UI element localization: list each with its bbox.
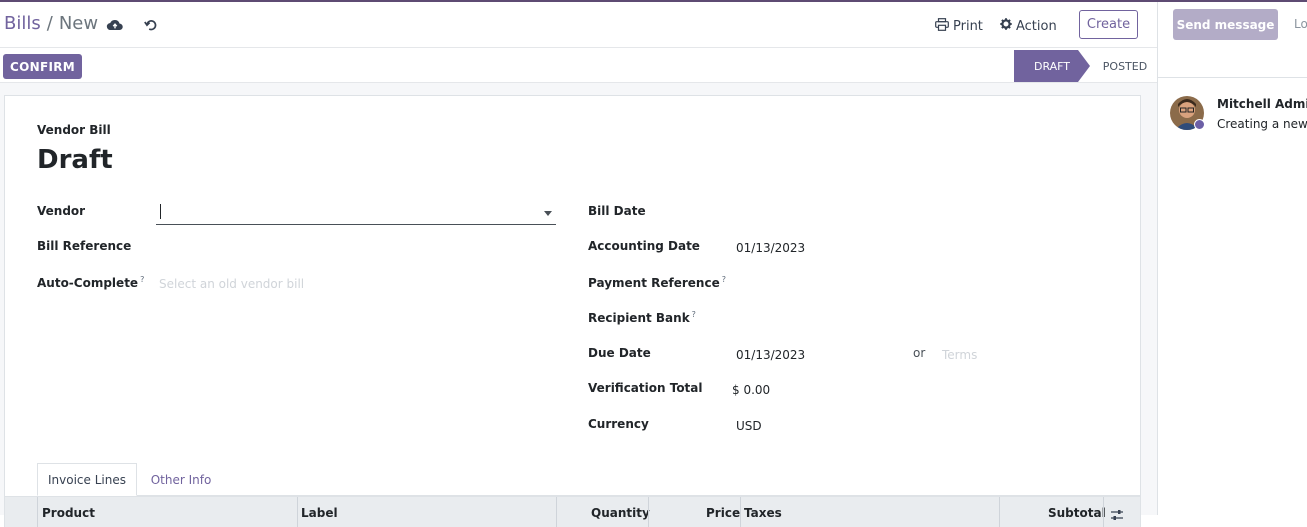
message-body: Creating a new — [1217, 117, 1307, 131]
breadcrumb-current: New — [58, 13, 99, 34]
column-separator — [999, 497, 1000, 527]
due-date-label: Due Date — [588, 346, 651, 360]
or-text: or — [913, 346, 926, 360]
vendor-label: Vendor — [37, 204, 86, 218]
tab-other-info[interactable]: Other Info — [137, 463, 225, 496]
form-sheet: Vendor Bill Draft Vendor Bill Reference … — [4, 95, 1141, 527]
print-button[interactable]: Print — [935, 18, 983, 35]
dropdown-caret-icon[interactable] — [544, 211, 552, 216]
breadcrumb: Bills / New — [4, 13, 98, 34]
bill-type-label: Vendor Bill — [37, 123, 111, 137]
auto-complete-label: Auto-Complete? — [37, 275, 145, 290]
column-quantity[interactable]: Quantity — [591, 506, 650, 520]
auto-complete-input[interactable]: Select an old vendor bill — [159, 277, 304, 291]
help-icon[interactable]: ? — [722, 275, 726, 284]
payment-terms-input[interactable]: Terms — [942, 348, 977, 362]
currency-label: Currency — [588, 417, 649, 431]
stage-posted[interactable]: POSTED — [1094, 50, 1156, 82]
text-cursor — [160, 204, 161, 219]
currency-field[interactable]: USD — [736, 419, 762, 433]
message-author: Mitchell Admin — [1217, 97, 1307, 111]
invoice-lines-header: Product Label Quantity Price Taxes Subto… — [5, 496, 1140, 527]
column-separator — [1103, 497, 1104, 527]
print-label: Print — [953, 19, 983, 34]
accounting-date-label: Accounting Date — [588, 239, 700, 253]
discard-icon[interactable] — [142, 16, 160, 34]
column-label[interactable]: Label — [301, 506, 338, 520]
column-separator — [740, 497, 741, 527]
chatter-panel: Send message Lo Mitchell Admin Creating … — [1158, 2, 1307, 515]
column-settings-icon[interactable] — [1110, 506, 1124, 525]
control-panel-top: Bills / New Print Action Create — [0, 2, 1157, 48]
chatter-divider — [1158, 77, 1307, 78]
stage-draft[interactable]: DRAFT — [1014, 50, 1090, 82]
bill-name: Draft — [37, 145, 113, 175]
column-price[interactable]: Price — [706, 506, 740, 520]
action-label: Action — [1016, 18, 1057, 34]
print-icon — [935, 18, 949, 35]
cloud-save-icon[interactable] — [106, 16, 124, 34]
log-note-button[interactable]: Lo — [1294, 17, 1307, 31]
gear-icon — [1000, 18, 1012, 34]
online-status-icon — [1194, 119, 1205, 130]
breadcrumb-separator: / — [46, 13, 53, 34]
tab-invoice-lines[interactable]: Invoice Lines — [37, 463, 137, 496]
breadcrumb-bills-link[interactable]: Bills — [4, 13, 41, 34]
verification-total-field[interactable]: $ 0.00 — [732, 383, 770, 397]
column-product[interactable]: Product — [42, 506, 95, 520]
column-separator — [37, 497, 38, 527]
accounting-date-field[interactable]: 01/13/2023 — [736, 241, 805, 255]
payment-reference-label: Payment Reference? — [588, 275, 726, 290]
recipient-bank-label: Recipient Bank? — [588, 310, 696, 325]
column-separator — [648, 497, 649, 527]
verification-total-label: Verification Total — [588, 381, 703, 395]
main-content: Bills / New Print Action Create CONFIRM DR… — [0, 2, 1158, 527]
control-panel-bottom: CONFIRM DRAFT POSTED — [0, 48, 1157, 83]
send-message-button[interactable]: Send message — [1173, 9, 1278, 40]
column-taxes[interactable]: Taxes — [744, 506, 782, 520]
bill-date-label: Bill Date — [588, 204, 646, 218]
bill-reference-label: Bill Reference — [37, 239, 132, 253]
confirm-button[interactable]: CONFIRM — [3, 54, 82, 79]
create-button[interactable]: Create — [1079, 10, 1138, 39]
help-icon[interactable]: ? — [692, 310, 696, 319]
column-subtotal[interactable]: Subtotal — [1048, 506, 1106, 520]
action-button[interactable]: Action — [1000, 18, 1057, 34]
help-icon[interactable]: ? — [140, 275, 144, 284]
due-date-field[interactable]: 01/13/2023 — [736, 348, 805, 362]
column-separator — [297, 497, 298, 527]
column-separator — [556, 497, 557, 527]
vendor-input[interactable] — [156, 202, 556, 225]
